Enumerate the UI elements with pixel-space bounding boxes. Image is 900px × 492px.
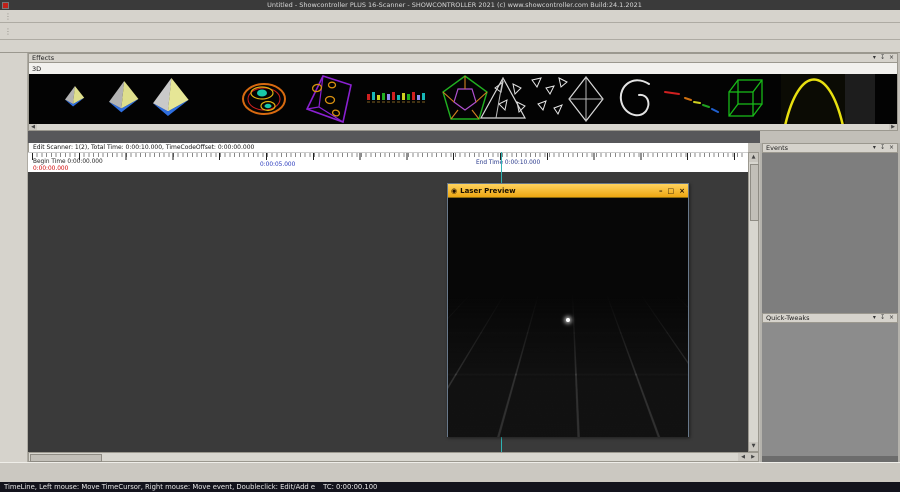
timeline-horizontal-scrollbar[interactable]: ◀ ▶	[28, 452, 759, 462]
showcontroller-window: Untitled - Showcontroller PLUS 16-Scanne…	[0, 0, 900, 492]
effects-panel: Effects ▾ ↧ × 3D	[28, 53, 898, 131]
menu-bar: ⋮	[0, 10, 900, 23]
effect-thumb-triangle-scatter-2	[532, 78, 567, 114]
transport-toolbar	[0, 462, 900, 482]
scroll-left-icon[interactable]: ◀	[738, 453, 748, 461]
ruler-major-ticks	[32, 153, 744, 160]
effects-tab-3d[interactable]: 3D	[32, 65, 41, 73]
panel-close-icon[interactable]: ×	[889, 54, 894, 62]
panel-collapse-icon[interactable]: ▾	[873, 144, 876, 152]
toolbar-grip-icon: ⋮	[4, 27, 12, 36]
laser-preview-titlebar[interactable]: ◉ Laser Preview – □ ×	[448, 184, 688, 197]
window-title: Untitled - Showcontroller PLUS 16-Scanne…	[9, 0, 900, 10]
effect-thumb-dice-3d	[307, 76, 351, 122]
quick-tweaks-title: Quick-Tweaks	[766, 314, 809, 322]
effects-category-row: 3D	[28, 63, 898, 74]
effect-thumb-color-dashes	[665, 92, 718, 112]
event-palette-grid	[762, 153, 898, 159]
effects-thumbnail-strip[interactable]	[28, 74, 898, 124]
toolbar-grip-icon: ⋮	[4, 12, 12, 21]
effect-thumb-spiral	[621, 80, 649, 115]
effect-thumb-color-glyphs	[367, 92, 425, 102]
end-time-label: End Time 0:00:10.000	[476, 160, 540, 166]
vertical-scroll-thumb[interactable]	[750, 164, 759, 221]
laser-preview-title: Laser Preview	[460, 187, 654, 195]
effect-thumb-pyramid-3d-large	[153, 78, 189, 116]
panel-collapse-icon[interactable]: ▾	[873, 314, 876, 322]
laser-preview-icon: ◉	[451, 186, 457, 196]
close-icon[interactable]: ×	[679, 186, 685, 196]
panel-pin-icon[interactable]: ↧	[880, 314, 885, 322]
horizontal-scroll-thumb[interactable]	[30, 454, 102, 462]
begin-time-label: Begin Time 0:00:00.000	[33, 159, 103, 165]
effect-thumb-organic-blob	[243, 84, 285, 114]
effects-scrollbar[interactable]: ◀ ▶	[28, 124, 898, 131]
channel-button-row	[0, 40, 900, 53]
status-hint: TimeLine, Left mouse: Move TimeCursor, R…	[4, 483, 315, 491]
laser-preview-viewport[interactable]	[448, 197, 688, 437]
clip-type-tabs	[28, 131, 760, 143]
timeline-ruler[interactable]: Begin Time 0:00:00.000 0:00:00.000 0:00:…	[28, 152, 748, 172]
events-panel: Events ▾ ↧ ×	[762, 143, 898, 313]
effects-panel-title: Effects	[32, 54, 54, 62]
panel-close-icon[interactable]: ×	[889, 144, 894, 152]
left-sidebar	[0, 53, 28, 462]
status-bar: TimeLine, Left mouse: Move TimeCursor, R…	[0, 482, 900, 492]
scroll-down-icon[interactable]: ▼	[749, 442, 758, 451]
title-bar: Untitled - Showcontroller PLUS 16-Scanne…	[0, 0, 900, 10]
maximize-icon[interactable]: □	[668, 186, 675, 196]
quick-tweaks-panel: Quick-Tweaks ▾ ↧ ×	[762, 313, 898, 465]
mid-time-label: 0:00:05.000	[260, 162, 295, 168]
scroll-right-icon[interactable]: ▶	[889, 124, 897, 130]
timeline-info-bar: Edit Scanner: 1(2), Total Time: 0:00:10.…	[28, 143, 748, 152]
effects-panel-header: Effects ▾ ↧ ×	[28, 53, 898, 63]
effect-thumb-octahedron-wireframe	[569, 77, 603, 121]
events-panel-header: Events ▾ ↧ ×	[762, 143, 898, 153]
effect-thumb-cube-green	[729, 80, 762, 116]
scroll-up-icon[interactable]: ▲	[749, 153, 758, 162]
scroll-left-icon[interactable]: ◀	[29, 124, 37, 130]
laser-preview-window[interactable]: ◉ Laser Preview – □ ×	[447, 183, 689, 437]
scroll-right-icon[interactable]: ▶	[748, 453, 758, 461]
panel-pin-icon[interactable]: ↧	[880, 144, 885, 152]
effect-thumb-pyramid-3d-small	[65, 86, 84, 106]
panel-pin-icon[interactable]: ↧	[880, 54, 885, 62]
app-icon	[2, 2, 9, 9]
effect-thumb-pyramid-3d	[109, 81, 138, 112]
laser-beam-dot	[566, 318, 570, 322]
panel-close-icon[interactable]: ×	[889, 314, 894, 322]
timeline-vertical-scrollbar[interactable]: ▲ ▼	[748, 152, 759, 452]
status-timecode: TC: 0:00:00.100	[323, 483, 377, 491]
panel-collapse-icon[interactable]: ▾	[873, 54, 876, 62]
main-toolbar: ⋮	[0, 23, 900, 40]
events-panel-title: Events	[766, 144, 788, 152]
quick-tweaks-header: Quick-Tweaks ▾ ↧ ×	[762, 313, 898, 323]
effect-thumb-dodecahedron	[443, 76, 487, 119]
minimize-icon[interactable]: –	[659, 186, 663, 196]
